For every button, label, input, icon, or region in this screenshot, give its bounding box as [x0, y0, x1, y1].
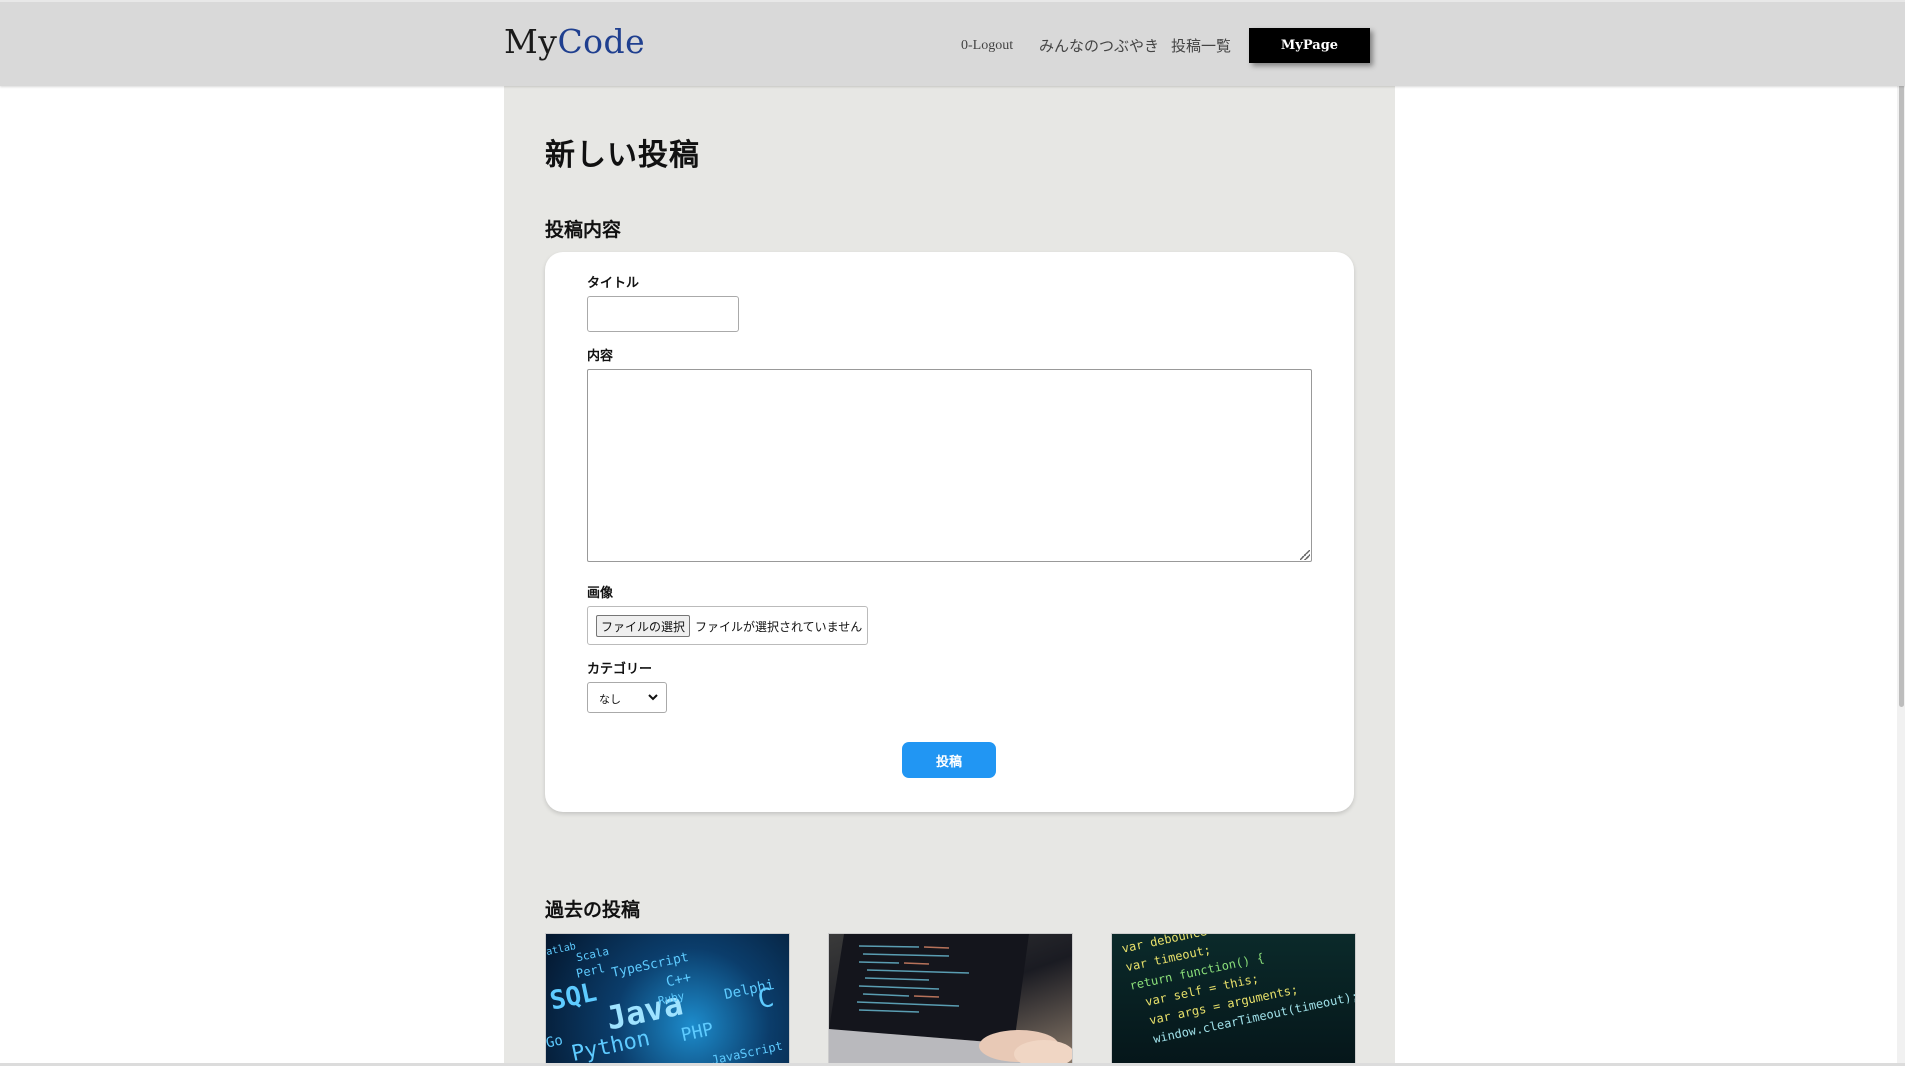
category-label: カテゴリー	[587, 662, 653, 677]
title-input[interactable]	[587, 296, 739, 332]
post-form-card: タイトル 内容 画像 ファイルの選択 ファイルが選択されていません カテゴリー …	[545, 252, 1354, 812]
nav-posts-link[interactable]: 投稿一覧	[1171, 35, 1231, 56]
page-title: 新しい投稿	[545, 138, 700, 173]
laptop-illustration	[829, 934, 1072, 1065]
content-textarea[interactable]	[587, 369, 1312, 562]
category-selected-value: なし	[599, 693, 621, 706]
resize-grip-icon[interactable]	[1300, 550, 1310, 560]
image-label: 画像	[587, 586, 614, 601]
submit-post-button[interactable]: 投稿	[902, 742, 996, 778]
laptop-coding-image[interactable]	[828, 933, 1073, 1066]
thumb-word: SQL	[547, 977, 600, 1017]
site-header: MyCode 0-Logout みんなのつぶやき 投稿一覧 MyPage	[0, 0, 1905, 86]
thumb-word: Go	[545, 1032, 565, 1052]
site-logo[interactable]: MyCode	[504, 22, 645, 61]
thumb-word: PHP	[679, 1018, 716, 1047]
content-label: 内容	[587, 349, 614, 364]
page: MyCode 0-Logout みんなのつぶやき 投稿一覧 MyPage 新しい…	[0, 0, 1905, 1066]
scrollbar-thumb[interactable]	[1899, 2, 1904, 707]
logo-code: Code	[557, 22, 646, 61]
code-snippet: var debounce = function(fn, delay) { var…	[1120, 934, 1355, 1052]
form-section-title: 投稿内容	[545, 219, 622, 241]
file-status-text: ファイルが選択されていません	[695, 620, 863, 634]
choose-file-button[interactable]: ファイルの選択	[596, 615, 690, 637]
logo-my: My	[504, 22, 558, 61]
thumb-word: C++	[664, 969, 693, 991]
past-posts-title: 過去の投稿	[545, 899, 641, 921]
chevron-down-icon	[648, 694, 658, 701]
nav-logout-link[interactable]: 0-Logout	[961, 38, 1013, 54]
main-content: 新しい投稿 投稿内容 タイトル 内容 画像 ファイルの選択 ファイルが選択されて…	[504, 86, 1395, 1066]
thumb-word: JavaScript	[710, 1038, 784, 1066]
category-select[interactable]: なし	[587, 682, 667, 713]
thumb-word: Scala	[575, 944, 611, 965]
nav-tsubuyaki-link[interactable]: みんなのつぶやき	[1039, 35, 1159, 56]
image-file-input[interactable]: ファイルの選択 ファイルが選択されていません	[587, 606, 868, 645]
code-editor-image[interactable]: var debounce = function(fn, delay) { var…	[1111, 933, 1356, 1066]
title-label: タイトル	[587, 276, 640, 291]
programming-languages-image[interactable]: atlab Scala Perl TypeScript SQL Java C++…	[545, 933, 790, 1066]
mypage-button[interactable]: MyPage	[1249, 28, 1370, 63]
thumb-word: atlab	[545, 940, 577, 959]
